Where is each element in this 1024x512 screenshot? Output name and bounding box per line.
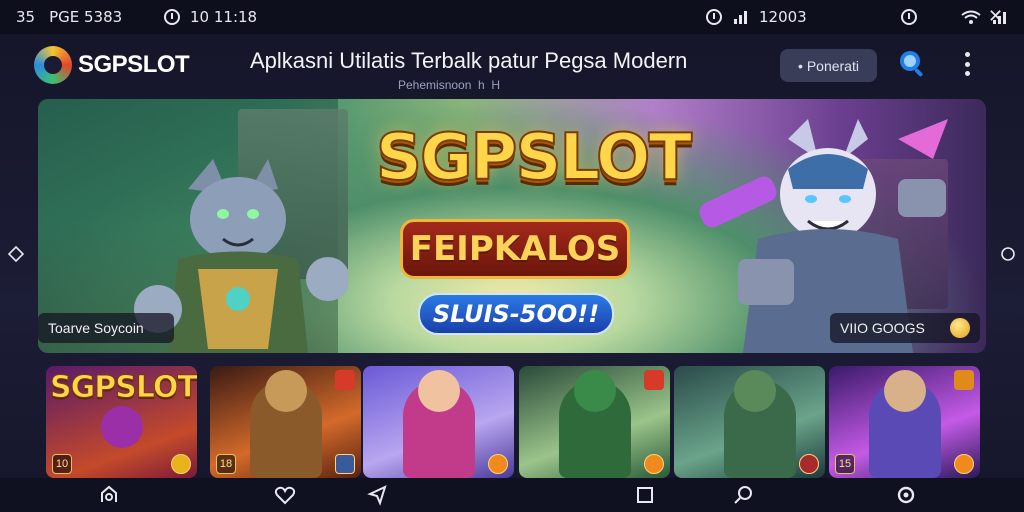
- banner-chip-left[interactable]: Toarve Soycoin: [38, 313, 174, 343]
- app-header: SGPSLOT Aplkasni Utilatis Terbalk patur …: [0, 34, 1024, 96]
- game-card-6[interactable]: 15: [829, 366, 980, 478]
- knight-head: [884, 370, 926, 412]
- share-icon[interactable]: [367, 484, 389, 506]
- search-icon[interactable]: [896, 48, 928, 80]
- hero-banner[interactable]: SGPSLOT FEIPKALOS SLUIS-5OO!! Toarve Soy…: [38, 99, 986, 353]
- coin-icon: [950, 318, 970, 338]
- search-nav-icon[interactable]: [733, 484, 755, 506]
- status-carrier: PGE 5383: [49, 8, 123, 26]
- header-action-button[interactable]: • Ponerati: [780, 49, 877, 82]
- wizard-hat: [574, 370, 616, 412]
- corner-badge-icon: [335, 370, 355, 390]
- more-vertical-icon[interactable]: [962, 52, 972, 76]
- gem-badge-icon: [799, 454, 819, 474]
- banner-chip-right[interactable]: VIIO GOOGS: [830, 313, 980, 343]
- corner-badge-icon: [954, 370, 974, 390]
- close-icon[interactable]: ✕: [988, 6, 1003, 27]
- status-left: 35 PGE 5383: [16, 8, 122, 26]
- heart-icon[interactable]: [274, 484, 296, 506]
- refresh-icon[interactable]: [895, 484, 917, 506]
- game-card-3[interactable]: [363, 366, 514, 478]
- banner-title: SGPSLOT: [375, 120, 693, 196]
- corner-badge-icon: [644, 370, 664, 390]
- prev-arrow-icon[interactable]: [8, 246, 24, 262]
- square-icon[interactable]: [634, 484, 656, 506]
- logo-text: SGPSLOT: [78, 51, 190, 78]
- star-badge-icon: [171, 454, 191, 474]
- wifi-icon: [961, 10, 981, 24]
- status-right: 12003: [706, 8, 1024, 26]
- banner-chip-left-label: Toarve Soycoin: [48, 320, 144, 336]
- banner-chip-right-label: VIIO GOOGS: [840, 320, 925, 336]
- monster-figure: [101, 406, 143, 448]
- flame-badge-icon: [644, 454, 664, 474]
- page-subtitle: Pehemisnoon h H: [398, 78, 501, 92]
- status-bar: 35 PGE 5383 10 11:18 12003 ✕: [0, 0, 1024, 34]
- nfc-icon: [706, 9, 722, 25]
- game-card-1[interactable]: SGPSLOT 10: [46, 366, 197, 478]
- alarm-icon: [164, 9, 180, 25]
- brand-logo[interactable]: SGPSLOT: [34, 46, 190, 84]
- status-network: 12003: [759, 8, 807, 26]
- status-clock: 10 11:18: [190, 8, 258, 26]
- fire-badge-icon: [954, 454, 974, 474]
- game-thumbnail-row: SGPSLOT 10 18 15: [46, 366, 980, 478]
- goblin-head: [734, 370, 776, 412]
- status-time: 35: [16, 8, 36, 26]
- game-card-4[interactable]: [519, 366, 670, 478]
- logo-icon: [34, 46, 72, 84]
- next-circle-icon[interactable]: [1000, 246, 1016, 262]
- game-card-5[interactable]: [674, 366, 825, 478]
- status-center: 10 11:18: [164, 8, 257, 26]
- banner-plaque: FEIPKALOS: [400, 219, 630, 279]
- game-card-badge: 10: [52, 454, 72, 474]
- game-card-2[interactable]: 18: [210, 366, 361, 478]
- app-screen: 35 PGE 5383 10 11:18 12003 ✕ SGPSLOT Apl…: [0, 0, 1024, 512]
- signal-icon: [734, 10, 747, 24]
- power-icon[interactable]: [900, 9, 917, 25]
- home-icon[interactable]: [98, 484, 120, 506]
- game-card-badge: 18: [216, 454, 236, 474]
- warrior-head: [265, 370, 307, 412]
- page-title: Aplkasni Utilatis Terbalk patur Pegsa Mo…: [250, 48, 688, 73]
- heroine-head: [418, 370, 460, 412]
- chest-badge-icon: [335, 454, 355, 474]
- game-card-badge: 15: [835, 454, 855, 474]
- fire-badge-icon: [488, 454, 508, 474]
- game-card-title: SGPSLOT: [50, 370, 198, 406]
- bottom-nav-bar: [0, 478, 1024, 512]
- banner-bonus-button[interactable]: SLUIS-5OO!!: [418, 293, 614, 335]
